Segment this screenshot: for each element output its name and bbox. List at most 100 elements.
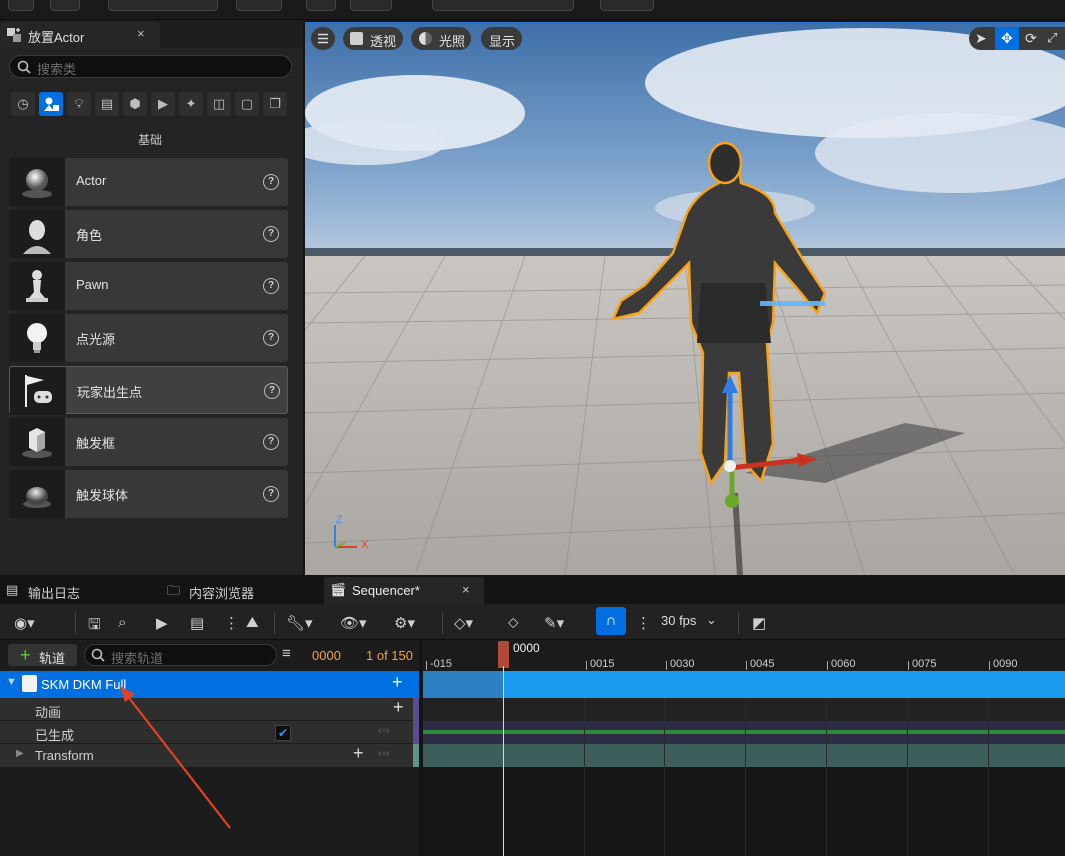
view-options-icon[interactable]: 👁︎▾	[340, 614, 367, 632]
curve-editor-icon[interactable]: ◩	[752, 614, 766, 632]
viewport-menu-button[interactable]	[311, 27, 335, 50]
add-icon[interactable]: +	[353, 743, 364, 764]
camera-icon[interactable]: ⛰︎	[246, 614, 259, 631]
geometry-icon[interactable]: ▶	[151, 92, 175, 116]
list-item-character[interactable]: 角色 ?	[9, 210, 288, 258]
frame-count: 1 of 150	[366, 648, 413, 663]
add-icon[interactable]: +	[393, 697, 404, 718]
platforms-icon[interactable]	[600, 0, 654, 11]
expand-icon[interactable]: ▼	[6, 676, 17, 688]
snap-options-icon[interactable]: ⋮	[636, 614, 651, 632]
ruler-label: 0075	[912, 658, 937, 670]
search-input[interactable]: 搜索类	[9, 55, 292, 78]
add-track-button[interactable]: + 轨道	[8, 644, 77, 666]
skeletal-mesh-icon	[22, 675, 37, 692]
ruler-tick	[989, 661, 990, 670]
level-viewport[interactable]: Z X	[305, 22, 1065, 575]
auto-key-icon[interactable]: ⬦	[508, 614, 519, 631]
cinematic-icon[interactable]: ▤	[95, 92, 119, 116]
add-content-icon[interactable]	[236, 0, 282, 11]
all-classes-icon[interactable]: ◫	[207, 92, 231, 116]
trigger-box-icon	[9, 418, 65, 466]
item-label: 点光源	[76, 332, 116, 347]
lights-icon[interactable]: 💡︎	[67, 92, 91, 116]
ruler-label: 0060	[831, 658, 856, 670]
list-item-point-light[interactable]: 点光源 ?	[9, 314, 288, 362]
transform-lane[interactable]	[423, 744, 1065, 767]
help-icon[interactable]: ?	[263, 486, 279, 502]
animation-lane[interactable]	[423, 698, 1065, 721]
character-icon	[9, 210, 65, 258]
volumes-icon[interactable]: ✦	[179, 92, 203, 116]
help-icon[interactable]: ?	[263, 434, 279, 450]
close-icon[interactable]: ×	[462, 582, 470, 597]
track-search-input[interactable]: 搜索轨道	[84, 644, 277, 666]
rotate-icon[interactable]: ⟳	[1025, 30, 1037, 47]
cinematics-icon[interactable]	[350, 0, 392, 11]
other-icon[interactable]: ❐	[263, 92, 287, 116]
mode-button[interactable]	[50, 0, 80, 11]
show-button[interactable]: 显示	[481, 27, 522, 50]
find-asset-icon[interactable]: ⌕	[118, 614, 126, 631]
search-placeholder: 搜索轨道	[111, 651, 164, 666]
plus-icon: +	[20, 645, 31, 665]
list-item-trigger-box[interactable]: 触发框 ?	[9, 418, 288, 466]
expand-icon[interactable]: ▶	[16, 748, 24, 759]
tools-icon[interactable]: 🔧︎▾	[286, 614, 313, 632]
spawned-checkbox[interactable]: ✔	[275, 725, 291, 741]
key-nav-icon[interactable]: ‹◦›	[378, 748, 389, 760]
fps-selector[interactable]: 30 fps	[661, 613, 696, 628]
visual-effects-icon[interactable]: ⬢	[123, 92, 147, 116]
perspective-button[interactable]: 透视	[343, 27, 403, 50]
close-icon[interactable]: ×	[137, 26, 145, 41]
playhead-handle[interactable]	[498, 641, 509, 668]
tab-place-actor[interactable]: 放置Actor ×	[0, 22, 160, 48]
list-item-actor[interactable]: Actor ?	[9, 158, 288, 206]
world-icon[interactable]: ◉▾	[14, 614, 35, 632]
current-frame[interactable]: 0000	[312, 648, 341, 663]
list-item-pawn[interactable]: Pawn ?	[9, 262, 288, 310]
scale-icon[interactable]: ⤢	[1047, 30, 1057, 46]
divider	[738, 612, 739, 634]
mode-selector[interactable]	[108, 0, 218, 11]
lighting-button[interactable]: 光照	[411, 27, 471, 50]
move-icon[interactable]: ✥	[995, 27, 1019, 50]
player-start-icon	[10, 367, 66, 415]
perspective-label: 透视	[370, 34, 397, 49]
ruler-label: 0030	[670, 658, 695, 670]
render-movie-icon[interactable]: ▶	[156, 614, 168, 632]
item-label: 角色	[76, 228, 103, 243]
help-icon[interactable]: ?	[263, 330, 279, 346]
key-icon[interactable]: ◇▾	[454, 614, 473, 632]
blueprint-icon[interactable]	[306, 0, 336, 11]
more-icon[interactable]: ⋮	[224, 614, 239, 632]
tab-output-log[interactable]: ▤ 输出日志	[6, 577, 156, 604]
filter-icon[interactable]: ≡	[282, 645, 291, 662]
play-controls[interactable]	[432, 0, 574, 11]
help-icon[interactable]: ?	[264, 383, 280, 399]
playback-options-icon[interactable]: ▤	[190, 614, 204, 632]
actions-icon[interactable]: ⚙▾	[394, 614, 415, 632]
playhead-label: 0000	[513, 641, 540, 655]
item-label: Actor	[76, 173, 107, 188]
list-item-trigger-sphere[interactable]: 触发球体 ?	[9, 470, 288, 518]
tab-content-browser[interactable]: 🗀︎ 内容浏览器	[167, 577, 317, 604]
tab-sequencer[interactable]: 🎬︎ Sequencer* ×	[324, 577, 484, 604]
add-icon[interactable]: +	[392, 672, 403, 693]
chevron-down-icon[interactable]: ⌄	[706, 612, 717, 628]
select-icon[interactable]: ➤	[975, 30, 987, 47]
snap-icon[interactable]: ∩	[596, 607, 626, 635]
edit-mode-icon[interactable]: ✎▾	[544, 614, 564, 632]
help-icon[interactable]: ?	[263, 278, 279, 294]
list-item-player-start[interactable]: 玩家出生点 ?	[9, 366, 288, 415]
recent-icon[interactable]: ◷	[11, 92, 35, 116]
help-icon[interactable]: ?	[263, 174, 279, 190]
shapes-icon[interactable]: ▢	[235, 92, 259, 116]
actor-section-bar[interactable]	[423, 671, 1065, 698]
save-icon[interactable]	[8, 0, 34, 11]
key-nav-icon[interactable]: ‹◦›	[378, 725, 389, 737]
help-icon[interactable]: ?	[263, 226, 279, 242]
basic-icon[interactable]	[39, 92, 63, 116]
divider	[274, 612, 275, 634]
save-icon[interactable]: 🖫︎	[88, 614, 101, 639]
